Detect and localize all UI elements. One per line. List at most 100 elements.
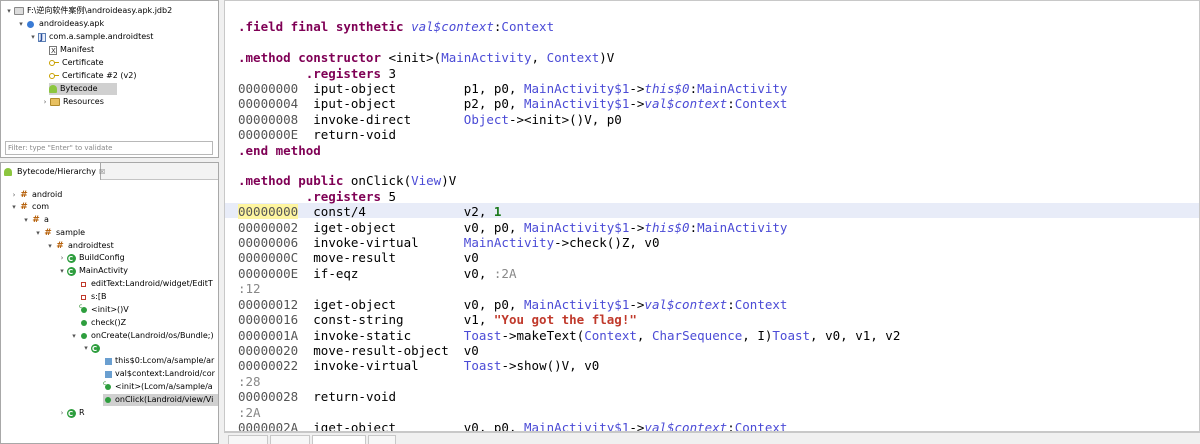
collapse-icon[interactable]: ▾	[9, 201, 19, 213]
editor-view-tab[interactable]	[270, 435, 310, 444]
manifest-node[interactable]: Manifest	[49, 44, 95, 57]
tree-node-onclick[interactable]: onClick(Landroid/view/Vi	[103, 394, 218, 406]
key-icon	[49, 71, 59, 81]
tree-node-valcontext[interactable]: val$context:Landroid/cor	[103, 368, 215, 380]
tree-node-buildconfig[interactable]: › BuildConfig	[57, 252, 125, 265]
collapse-icon[interactable]: ▾	[21, 214, 31, 226]
tree-node-anon-init[interactable]: <init>(Lcom/a/sample/a	[103, 378, 213, 393]
project-explorer: ▾ F:\逆向软件案例\androideasy.apk.jdb2 ▾ andro…	[0, 0, 219, 158]
expand-icon[interactable]: ›	[40, 96, 50, 108]
code-line[interactable]: 00000004 iput-object p2, p0, MainActivit…	[238, 96, 787, 112]
filter-input[interactable]: Filter: type "Enter" to validate	[5, 141, 213, 155]
code-line[interactable]: 0000000E if-eqz v0, :2A	[238, 266, 516, 282]
code-label[interactable]: :28	[238, 374, 261, 390]
collapse-icon[interactable]: ▾	[28, 31, 38, 43]
code-line[interactable]: 0000001A invoke-static Toast->makeText(C…	[238, 328, 900, 344]
tree-node-oncreate[interactable]: ▾ onCreate(Landroid/os/Bundle;)	[69, 330, 213, 342]
manifest-label: Manifest	[60, 45, 95, 54]
code-line[interactable]: 00000022 invoke-virtual Toast->show()V, …	[238, 358, 599, 374]
tree-node-init[interactable]: <init>()V	[79, 301, 129, 316]
code-line[interactable]: 00000016 const-string v1, "You got the f…	[238, 312, 637, 328]
certificate2-label: Certificate #2 (v2)	[62, 71, 137, 80]
collapse-icon[interactable]: ▾	[57, 265, 67, 277]
expand-icon[interactable]: ›	[57, 407, 67, 419]
resources-node[interactable]: › Resources	[40, 96, 104, 108]
expand-icon[interactable]: ›	[57, 252, 67, 264]
editor-view-tab[interactable]	[368, 435, 396, 444]
bytecode-label: Bytecode	[60, 84, 98, 93]
package-label: com.a.sample.androidtest	[49, 32, 154, 41]
apk-icon	[27, 20, 34, 28]
tree-node-label: android	[32, 190, 63, 199]
code-line[interactable]: .method constructor <init>(MainActivity,…	[238, 50, 614, 66]
code-line-current[interactable]: 00000000 const/4 v2, 1	[238, 204, 501, 220]
tab-bytecode-hierarchy[interactable]: Bytecode/Hierarchy ☒	[1, 163, 105, 180]
editor-view-tab[interactable]	[228, 435, 268, 444]
project-root-label: F:\逆向软件案例\androideasy.apk.jdb2	[27, 6, 173, 15]
expand-icon[interactable]: ›	[9, 189, 19, 201]
tree-node-mainactivity[interactable]: ▾ MainActivity	[57, 265, 129, 278]
code-line[interactable]: 0000000E return-void	[238, 127, 396, 143]
tree-node-anon-class[interactable]: ▾	[81, 342, 103, 355]
tree-node-r[interactable]: › R	[57, 407, 85, 420]
code-line[interactable]: .field final synthetic val$context:Conte…	[238, 19, 554, 35]
certificate-node[interactable]: Certificate	[49, 57, 104, 69]
code-line[interactable]: 00000020 move-result-object v0	[238, 343, 479, 359]
key-icon	[49, 58, 59, 68]
tree-node-label: a	[44, 215, 49, 224]
method-icon	[81, 333, 87, 339]
tree-node-edittext[interactable]: editText:Landroid/widget/EditT	[79, 278, 213, 290]
code-label[interactable]: :12	[238, 281, 261, 297]
code-line[interactable]: 00000028 return-void	[238, 389, 396, 405]
tree-node-label: s:[B	[91, 292, 107, 301]
tree-node-s[interactable]: s:[B	[79, 291, 106, 303]
bytecode-editor[interactable]: .field final synthetic val$context:Conte…	[224, 0, 1200, 432]
tree-node-com[interactable]: ▾ com	[9, 201, 49, 213]
collapse-icon[interactable]: ▾	[69, 330, 79, 342]
project-root[interactable]: ▾ F:\逆向软件案例\androideasy.apk.jdb2	[4, 5, 172, 17]
code-line[interactable]: 00000008 invoke-direct Object-><init>()V…	[238, 112, 622, 128]
package-node[interactable]: ▾ com.a.sample.androidtest	[28, 31, 154, 44]
code-line[interactable]: 0000000C move-result v0	[238, 250, 479, 266]
collapse-icon[interactable]: ▾	[81, 342, 91, 354]
close-icon[interactable]: ☒	[99, 168, 105, 176]
tree-node-label: onClick(Landroid/view/Vi	[115, 395, 214, 404]
certificate2-node[interactable]: Certificate #2 (v2)	[49, 70, 137, 82]
code-line[interactable]: 0000002A iget-object v0, p0, MainActivit…	[238, 420, 787, 431]
code-line[interactable]: .registers 3	[238, 66, 396, 82]
method-icon	[81, 320, 87, 326]
tree-node-label: MainActivity	[79, 266, 129, 275]
tree-node-label: <init>()V	[91, 305, 129, 314]
code-line[interactable]: 00000000 iput-object p1, p0, MainActivit…	[238, 81, 787, 97]
constructor-icon	[103, 378, 111, 390]
field-icon	[81, 294, 86, 300]
code-label[interactable]: :2A	[238, 405, 261, 421]
tree-node-this0[interactable]: this$0:Lcom/a/sample/ar	[103, 355, 214, 367]
class-icon	[67, 253, 76, 265]
code-line[interactable]: 00000002 iget-object v0, p0, MainActivit…	[238, 220, 787, 236]
collapse-icon[interactable]: ▾	[16, 18, 26, 30]
collapse-icon[interactable]: ▾	[33, 227, 43, 239]
tree-node-check[interactable]: check()Z	[79, 317, 126, 329]
project-icon	[14, 7, 24, 15]
synthetic-field-icon	[105, 370, 112, 378]
code-line[interactable]: 00000006 invoke-virtual MainActivity->ch…	[238, 235, 659, 251]
bytecode-node[interactable]: Bytecode	[49, 83, 117, 95]
collapse-icon[interactable]: ▾	[45, 240, 55, 252]
editor-view-tab-active[interactable]	[312, 435, 366, 444]
code-line[interactable]: 00000012 iget-object v0, p0, MainActivit…	[238, 297, 787, 313]
collapse-icon[interactable]: ▾	[4, 5, 14, 17]
bytecode-hierarchy-panel: Bytecode/Hierarchy ☒ › android ▾ com ▾ a…	[0, 162, 219, 444]
package-icon	[55, 241, 65, 251]
editor-bottom-tabs	[224, 432, 1200, 444]
tree-node-sample[interactable]: ▾ sample	[33, 227, 85, 239]
code-line[interactable]: .registers 5	[238, 189, 396, 205]
code-line[interactable]: .method public onClick(View)V	[238, 173, 456, 189]
code-line[interactable]: .end method	[238, 143, 321, 159]
tree-node-a[interactable]: ▾ a	[21, 214, 49, 226]
class-icon	[91, 343, 100, 355]
tree-node-android[interactable]: › android	[9, 189, 63, 201]
apk-node[interactable]: ▾ androideasy.apk	[16, 18, 104, 30]
tree-node-androidtest[interactable]: ▾ androidtest	[45, 240, 114, 252]
class-icon	[67, 408, 76, 420]
